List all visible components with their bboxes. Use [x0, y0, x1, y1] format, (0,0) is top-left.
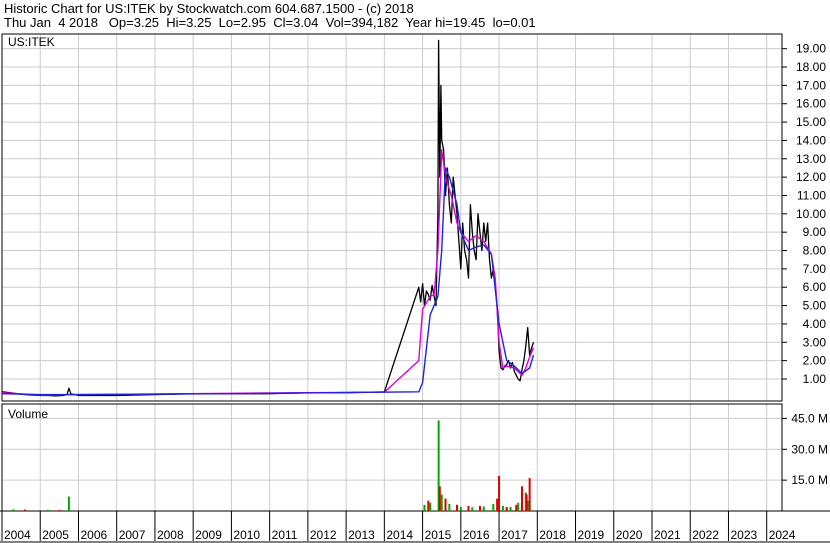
year-label: 2008 [157, 528, 184, 542]
year-label: 2015 [425, 528, 452, 542]
volume-panel-title: Volume [8, 407, 48, 421]
price-panel-frame [1, 33, 783, 402]
year-label: 2006 [80, 528, 107, 542]
volume-bar [505, 506, 508, 511]
volume-bar [525, 494, 528, 511]
volume-bar [23, 509, 26, 511]
price-tick-label: 13.00 [796, 152, 826, 166]
volume-tick-label: 15.0 M [791, 473, 828, 487]
volume-bar [46, 509, 49, 511]
year-label: 2016 [463, 528, 490, 542]
volume-grid [1, 404, 782, 511]
price-tick-label: 7.00 [803, 262, 827, 276]
year-label: 2005 [42, 528, 69, 542]
price-tick-label: 8.00 [803, 244, 827, 258]
year-label: 2024 [769, 528, 796, 542]
year-label: 2020 [616, 528, 643, 542]
price-tick-label: 18.00 [796, 60, 826, 74]
year-label: 2009 [195, 528, 222, 542]
price-panel-title: US:ITEK [8, 35, 55, 49]
year-label: 2013 [348, 528, 375, 542]
price-tick-label: 17.00 [796, 78, 826, 92]
volume-bar [423, 504, 426, 511]
volume-bar [427, 500, 430, 511]
price-tick-label: 6.00 [803, 280, 827, 294]
volume-bar [509, 506, 512, 511]
volume-bar [492, 503, 495, 511]
year-label: 2011 [272, 528, 298, 542]
price-tick-label: 19.00 [796, 42, 826, 56]
volume-bar [67, 496, 70, 511]
year-label: 2007 [119, 528, 146, 542]
year-label: 2017 [501, 528, 528, 542]
volume-bar [456, 504, 458, 511]
year-label: 2004 [4, 528, 31, 542]
year-label: 2023 [730, 528, 757, 542]
volume-axis-labels: 15.0 M 30.0 M 45.0 M [782, 411, 828, 487]
price-tick-label: 15.00 [796, 115, 826, 129]
price-tick-label: 4.00 [803, 317, 827, 331]
year-label: 2012 [310, 528, 337, 542]
price-tick-label: 10.00 [796, 207, 826, 221]
price-tick-label: 3.00 [803, 335, 827, 349]
chart-window: Historic Chart for US:ITEK by Stockwatch… [0, 0, 830, 543]
price-axis-labels: 1.00 2.00 3.00 4.00 5.00 6.00 7.00 8.00 9.00 10.0… [782, 42, 826, 386]
volume-bar [498, 476, 501, 511]
price-tick-label: 1.00 [803, 372, 827, 386]
volume-bar [496, 498, 499, 511]
price-tick-label: 16.00 [796, 97, 826, 111]
year-label: 2018 [539, 528, 566, 542]
price-tick-label: 5.00 [803, 299, 827, 313]
volume-bar [429, 502, 432, 511]
year-label: 2014 [386, 528, 413, 542]
volume-bar [444, 498, 447, 511]
volume-bar [528, 478, 531, 511]
year-label: 2022 [692, 528, 719, 542]
volume-panel-frame [1, 403, 783, 512]
volume-tick-label: 45.0 M [791, 411, 828, 425]
year-label: 2019 [578, 528, 605, 542]
volume-bar [517, 502, 520, 511]
volume-bar [448, 503, 451, 511]
price-tick-label: 14.00 [796, 133, 826, 147]
volume-bar [478, 505, 481, 511]
volume-bar [467, 505, 470, 511]
volume-bar [12, 509, 15, 511]
price-grid [1, 34, 782, 401]
volume-bar [515, 504, 518, 511]
year-label: 2021 [654, 528, 681, 542]
volume-bar [521, 486, 523, 511]
chart-frames [0, 33, 830, 543]
year-axis-labels: 2004 2005 2006 2007 2008 2009 2010 2011 2012 2013… [1, 511, 796, 542]
volume-bar [58, 509, 61, 511]
volume-bars [12, 420, 531, 511]
year-label: 2010 [233, 528, 260, 542]
volume-bar [482, 506, 485, 511]
price-tick-label: 11.00 [797, 188, 826, 202]
volume-bar [438, 486, 441, 511]
price-tick-label: 12.00 [796, 170, 826, 184]
volume-bar [459, 506, 462, 511]
chart-canvas: 1.00 2.00 3.00 4.00 5.00 6.00 7.00 8.00 9.00 10.0… [0, 33, 830, 543]
volume-bar [501, 505, 504, 511]
volume-bar [471, 507, 474, 511]
price-tick-label: 9.00 [803, 225, 827, 239]
price-tick-label: 2.00 [803, 354, 827, 368]
volume-tick-label: 30.0 M [791, 442, 828, 456]
volume-bar [440, 494, 443, 511]
